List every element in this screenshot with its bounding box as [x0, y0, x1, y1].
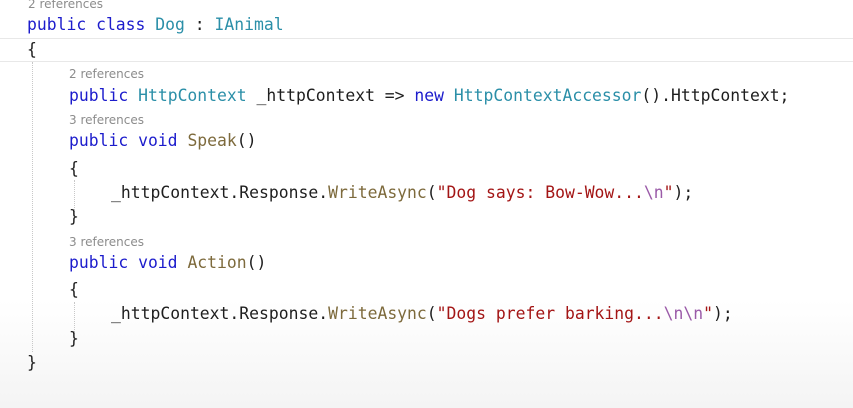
string-literal-end: ": [663, 183, 674, 202]
string-literal-end: ": [703, 304, 713, 323]
code-line-class-declaration[interactable]: public class Dog : IAnimal: [27, 14, 284, 36]
type-name: HttpContext: [138, 86, 247, 105]
method-name: Action: [187, 253, 247, 272]
current-line-highlight: [0, 38, 853, 62]
method-name: WriteAsync: [328, 304, 427, 323]
paren-open: (: [426, 304, 437, 323]
code-line-action-body[interactable]: _httpContext.Response.WriteAsync("Dogs p…: [111, 303, 733, 325]
method-name: Speak: [187, 131, 237, 150]
code-line-speak-close-brace[interactable]: }: [69, 206, 79, 228]
member-access: ().HttpContext;: [641, 86, 790, 105]
escape-sequence: \n\n: [663, 304, 704, 323]
statement-end: );: [713, 304, 733, 323]
class-name: Dog: [155, 15, 185, 34]
escape-sequence: \n: [643, 183, 664, 202]
string-literal: "Dogs prefer barking...: [436, 304, 664, 323]
inheritance-separator: :: [184, 15, 215, 34]
statement-end: );: [673, 183, 694, 202]
keyword: public void: [69, 253, 178, 272]
keyword: public void: [69, 131, 178, 150]
codelens-references-field[interactable]: 2 references: [69, 67, 144, 81]
code-line-open-brace[interactable]: {: [27, 39, 37, 61]
interface-name: IAnimal: [214, 15, 284, 34]
code-line-action-close-brace[interactable]: }: [69, 328, 79, 350]
paren-open: (: [426, 183, 437, 202]
code-line-speak-open-brace[interactable]: {: [69, 158, 79, 180]
member-access: _httpContext.Response.: [111, 304, 329, 323]
code-editor[interactable]: 2 references public class Dog : IAnimal …: [0, 0, 853, 408]
string-literal: "Dog says: Bow-Wow...: [436, 183, 644, 202]
code-line-class-close-brace[interactable]: }: [27, 352, 37, 374]
member-access: _httpContext.Response.: [111, 183, 329, 202]
keyword: public: [69, 86, 129, 105]
indent-guide: [32, 62, 33, 352]
code-line-speak-signature[interactable]: public void Speak(): [69, 130, 257, 152]
code-line-action-signature[interactable]: public void Action(): [69, 252, 266, 274]
field-expression: _httpContext =>: [246, 86, 415, 105]
keyword: public class: [27, 15, 146, 34]
parameter-list: (): [246, 253, 267, 272]
code-line-speak-body[interactable]: _httpContext.Response.WriteAsync("Dog sa…: [111, 182, 693, 204]
type-name: HttpContextAccessor: [453, 86, 642, 105]
codelens-references-action[interactable]: 3 references: [69, 235, 144, 249]
codelens-references-class[interactable]: 2 references: [28, 0, 103, 11]
code-line-action-open-brace[interactable]: {: [69, 279, 79, 301]
codelens-references-speak[interactable]: 3 references: [69, 113, 144, 127]
code-line-field-declaration[interactable]: public HttpContext _httpContext => new H…: [69, 85, 789, 107]
keyword: new: [414, 86, 445, 105]
method-name: WriteAsync: [328, 183, 427, 202]
parameter-list: (): [236, 131, 257, 150]
